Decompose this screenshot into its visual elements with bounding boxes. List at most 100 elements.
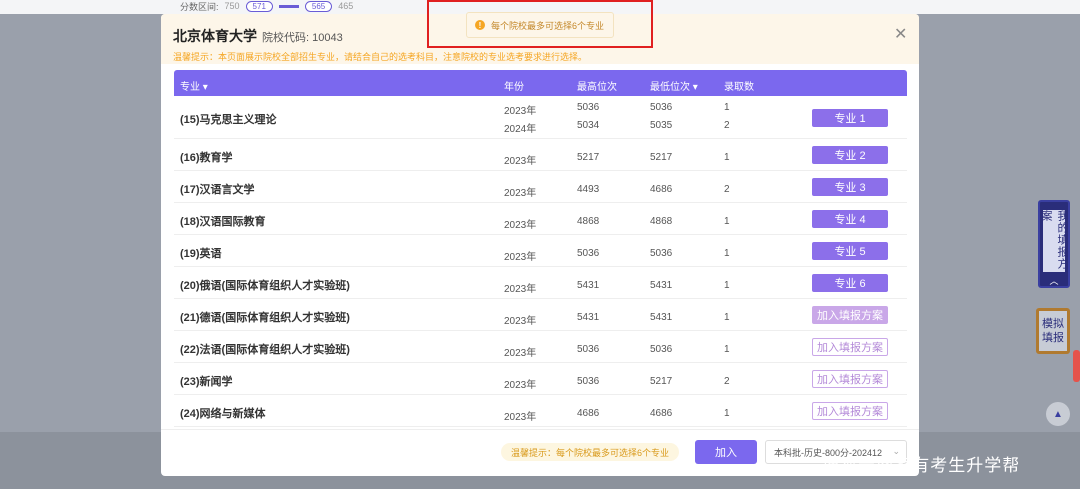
close-icon[interactable]: ✕ bbox=[894, 24, 907, 44]
year: 2023年 bbox=[504, 284, 537, 295]
year: 2023年 bbox=[504, 156, 537, 167]
join-button[interactable]: 加入 bbox=[695, 440, 757, 464]
year: 2024年 bbox=[504, 124, 537, 135]
footer-tip: 温馨提示：每个院校最多可选择6个专业 bbox=[501, 443, 680, 461]
year: 2023年 bbox=[504, 252, 537, 263]
min-rank: 4686 bbox=[650, 184, 673, 195]
min-rank: 5036 bbox=[650, 102, 673, 113]
table-row: (18)汉语国际教育 2023年 4868 4868 1 专业 4 bbox=[174, 203, 907, 235]
table-row: (24)网络与新媒体 2023年 4686 4686 1 加入填报方案 bbox=[174, 395, 907, 427]
highlight-box bbox=[427, 0, 653, 48]
year: 2023年 bbox=[504, 412, 537, 423]
table-row: (15)马克思主义理论 2023年 2024年 5036 5034 5036 5035 1 2 专… bbox=[174, 96, 907, 139]
my-plan-button[interactable]: 我的填报方案 ︿ bbox=[1038, 200, 1070, 288]
admit-count: 1 bbox=[724, 280, 730, 291]
table-row: (23)新闻学 2023年 5036 5217 2 加入填报方案 bbox=[174, 363, 907, 395]
admit-count: 1 bbox=[724, 216, 730, 227]
max-rank: 5431 bbox=[577, 280, 600, 291]
header-min-rank[interactable]: 最低位次 ▾ bbox=[650, 78, 698, 93]
score-range-track bbox=[278, 4, 299, 8]
score-range-label: 分数区间: bbox=[180, 1, 219, 12]
header-max-rank: 最高位次 bbox=[577, 82, 617, 93]
min-rank: 4868 bbox=[650, 216, 673, 227]
year: 2023年 bbox=[504, 106, 537, 117]
min-rank: 5217 bbox=[650, 376, 673, 387]
school-code: 院校代码: 10043 bbox=[262, 32, 343, 44]
score-range: 分数区间: 750 571 565 465 bbox=[180, 0, 353, 12]
table-header: 专业 ▾ 年份 最高位次 最低位次 ▾ 录取数 bbox=[174, 70, 907, 96]
year: 2023年 bbox=[504, 220, 537, 231]
score-range-handle-right[interactable]: 565 bbox=[304, 0, 333, 12]
header-count: 录取数 bbox=[724, 82, 754, 93]
major-name: (16)教育学 bbox=[180, 151, 233, 164]
major-name: (23)新闻学 bbox=[180, 375, 233, 388]
dialog-footer: 温馨提示：每个院校最多可选择6个专业 加入 本科批-历史-800分-202412… bbox=[161, 429, 919, 476]
admit-count: 1 bbox=[724, 312, 730, 323]
admit-count: 2 bbox=[724, 376, 730, 387]
year: 2023年 bbox=[504, 188, 537, 199]
school-name: 北京体育大学 bbox=[173, 28, 257, 44]
max-rank: 5036 bbox=[577, 102, 600, 113]
admit-count: 2 bbox=[724, 120, 730, 131]
back-to-top-icon[interactable]: ▲ bbox=[1046, 402, 1070, 426]
max-rank: 5036 bbox=[577, 344, 600, 355]
notice-text: 温馨提示：本页面展示院校全部招生专业，请结合自己的选考科目，注意院校的专业选考要… bbox=[173, 52, 588, 62]
selected-major-button[interactable]: 专业 5 bbox=[812, 242, 888, 260]
admit-count: 2 bbox=[724, 184, 730, 195]
score-range-max: 465 bbox=[338, 1, 354, 11]
watermark: 搜狐号@家有考生升学帮 bbox=[822, 456, 1021, 475]
min-rank: 5431 bbox=[650, 312, 673, 323]
page-scrollbar[interactable] bbox=[1073, 350, 1080, 382]
year: 2023年 bbox=[504, 380, 537, 391]
min-rank: 5036 bbox=[650, 248, 673, 259]
selected-major-button[interactable]: 专业 4 bbox=[812, 210, 888, 228]
year: 2023年 bbox=[504, 316, 537, 327]
major-name: (22)法语(国际体育组织人才实验班) bbox=[180, 343, 350, 356]
add-to-plan-button[interactable]: 加入填报方案 bbox=[812, 306, 888, 324]
min-rank: 5217 bbox=[650, 152, 673, 163]
admit-count: 1 bbox=[724, 344, 730, 355]
selected-major-button[interactable]: 专业 1 bbox=[812, 108, 888, 127]
selected-major-button[interactable]: 专业 2 bbox=[812, 146, 888, 164]
admit-count: 1 bbox=[724, 408, 730, 419]
header-major[interactable]: 专业 ▾ bbox=[180, 78, 208, 93]
max-rank: 4686 bbox=[577, 408, 600, 419]
simulate-fill-button[interactable]: 模拟填报 bbox=[1036, 308, 1070, 354]
max-rank: 5034 bbox=[577, 120, 600, 131]
max-rank: 5431 bbox=[577, 312, 600, 323]
table-row: (20)俄语(国际体育组织人才实验班) 2023年 5431 5431 1 专业 6 bbox=[174, 267, 907, 299]
chevron-up-icon: ︿ bbox=[1049, 276, 1059, 286]
add-to-plan-button[interactable]: 加入填报方案 bbox=[812, 402, 888, 420]
major-name: (18)汉语国际教育 bbox=[180, 215, 266, 228]
add-to-plan-button[interactable]: 加入填报方案 bbox=[812, 370, 888, 388]
admit-count: 1 bbox=[724, 248, 730, 259]
min-rank: 5431 bbox=[650, 280, 673, 291]
admit-count: 1 bbox=[724, 102, 730, 113]
school-majors-dialog: 北京体育大学 院校代码: 10043 ✕ 温馨提示：本页面展示院校全部招生专业，… bbox=[161, 14, 919, 476]
majors-table: 专业 ▾ 年份 最高位次 最低位次 ▾ 录取数 (15)马克思主义理论 2023年… bbox=[174, 70, 907, 427]
max-rank: 5036 bbox=[577, 248, 600, 259]
min-rank: 5036 bbox=[650, 344, 673, 355]
max-rank: 5217 bbox=[577, 152, 600, 163]
admit-count: 1 bbox=[724, 152, 730, 163]
major-name: (21)德语(国际体育组织人才实验班) bbox=[180, 311, 350, 324]
add-to-plan-button[interactable]: 加入填报方案 bbox=[812, 338, 888, 356]
table-body: (15)马克思主义理论 2023年 2024年 5036 5034 5036 5035 1 2 专… bbox=[174, 96, 907, 427]
score-range-handle-left[interactable]: 571 bbox=[245, 0, 273, 12]
table-row: (22)法语(国际体育组织人才实验班) 2023年 5036 5036 1 加入填报方案 bbox=[174, 331, 907, 363]
max-rank: 5036 bbox=[577, 376, 600, 387]
max-rank: 4493 bbox=[577, 184, 600, 195]
score-range-min: 750 bbox=[224, 1, 240, 11]
selected-major-button[interactable]: 专业 3 bbox=[812, 178, 888, 196]
table-row: (16)教育学 2023年 5217 5217 1 专业 2 bbox=[174, 139, 907, 171]
min-rank: 4686 bbox=[650, 408, 673, 419]
major-name: (20)俄语(国际体育组织人才实验班) bbox=[180, 279, 350, 292]
header-year: 年份 bbox=[504, 82, 524, 93]
table-row: (19)英语 2023年 5036 5036 1 专业 5 bbox=[174, 235, 907, 267]
major-name: (17)汉语言文学 bbox=[180, 183, 255, 196]
max-rank: 4868 bbox=[577, 216, 600, 227]
selected-major-button[interactable]: 专业 6 bbox=[812, 274, 888, 292]
my-plan-label: 我的填报方案 bbox=[1040, 210, 1068, 272]
major-name: (24)网络与新媒体 bbox=[180, 407, 266, 420]
table-row: (17)汉语言文学 2023年 4493 4686 2 专业 3 bbox=[174, 171, 907, 203]
